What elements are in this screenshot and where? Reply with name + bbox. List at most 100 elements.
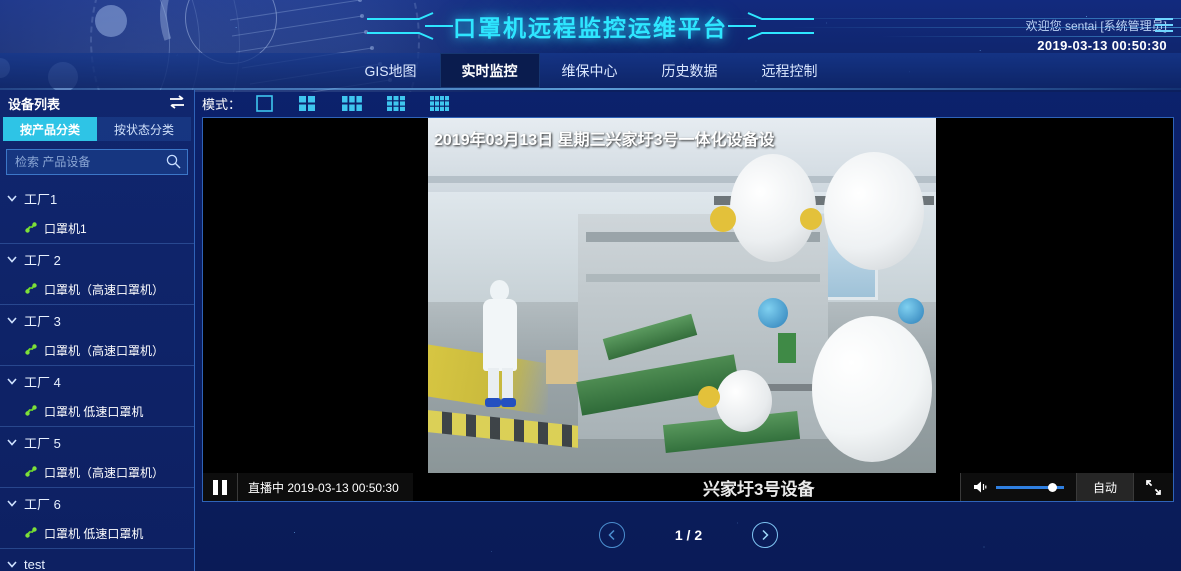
link-icon (25, 527, 37, 538)
tree-node-factory-2[interactable]: 工厂 2 (0, 244, 194, 274)
tree-leaf-label: 口罩机 低速口罩机 (44, 526, 144, 541)
chevron-down-icon[interactable] (6, 558, 18, 570)
chevron-down-icon[interactable] (6, 314, 18, 326)
tab-remote-control[interactable]: 远程控制 (740, 53, 840, 88)
link-icon (25, 222, 37, 233)
sort-transfer-icon[interactable] (168, 94, 186, 110)
tree-node-label: 工厂 5 (24, 435, 61, 451)
tree-node-factory-4[interactable]: 工厂 4 (0, 366, 194, 396)
tree-node-factory-5[interactable]: 工厂 5 (0, 427, 194, 457)
sidebar-tabs: 按产品分类 按状态分类 (3, 117, 191, 141)
layout-2x2-button[interactable] (297, 94, 319, 113)
layout-1x1-button[interactable] (253, 94, 275, 113)
app-title-bar: 口罩机远程监控运维平台 (0, 4, 1181, 48)
device-tree: 工厂1 口罩机1 工厂 2 口罩机（高速口罩机） 工厂 3 口罩机（高速口罩机）… (0, 183, 194, 571)
title-right-ornament (728, 12, 814, 40)
sidebar-tab-by-status[interactable]: 按状态分类 (97, 117, 191, 141)
app-root: 口罩机远程监控运维平台 欢迎您 sentai [系统管理员] 2019-03-1… (0, 0, 1181, 571)
tree-node-label: 工厂 4 (24, 374, 61, 390)
device-list-sidebar: 设备列表 按产品分类 按状态分类 检索 产品设备 工厂1 口罩机1 工厂 2 口… (0, 90, 195, 571)
volume-icon[interactable] (973, 480, 989, 494)
tree-node-label: 工厂1 (24, 191, 58, 207)
tree-node-test[interactable]: test (0, 549, 194, 571)
welcome-text: 欢迎您 sentai [系统管理员] (1025, 19, 1167, 33)
video-controls-right: 自动 (959, 473, 1173, 501)
tree-leaf-label: 口罩机 低速口罩机 (44, 404, 144, 419)
tree-node-factory-6[interactable]: 工厂 6 (0, 488, 194, 518)
sidebar-header: 设备列表 (0, 90, 194, 116)
user-info: 欢迎您 sentai [系统管理员] 2019-03-13 00:50:30 (1026, 17, 1167, 56)
tree-node-label: test (24, 556, 45, 571)
tree-leaf-label: 口罩机（高速口罩机） (44, 465, 165, 480)
tree-leaf-device[interactable]: 口罩机（高速口罩机） (0, 274, 194, 304)
link-icon (25, 405, 37, 416)
page-title: 口罩机远程监控运维平台 (453, 15, 728, 41)
fullscreen-icon[interactable] (1133, 473, 1173, 501)
tree-leaf-label: 口罩机（高速口罩机） (44, 282, 165, 297)
pause-icon[interactable] (203, 473, 237, 501)
sidebar-tab-by-product[interactable]: 按产品分类 (3, 117, 97, 141)
search-input[interactable] (6, 149, 188, 175)
tree-leaf-device[interactable]: 口罩机（高速口罩机） (0, 335, 194, 365)
video-overlay-timestamp: 2019年03月13日 星期三兴家圩3号一体化设备设 (434, 132, 775, 149)
page-indicator: 1 / 2 (674, 527, 703, 543)
volume-control[interactable] (959, 473, 1076, 501)
tree-node-label: 工厂 6 (24, 496, 61, 512)
tab-gis-map[interactable]: GIS地图 (342, 53, 440, 88)
chevron-down-icon[interactable] (6, 375, 18, 387)
video-player[interactable]: 2019年03月13日 星期三兴家圩3号一体化设备设 兴家圩3号设备 直播中 2… (202, 117, 1174, 502)
tab-history-data[interactable]: 历史数据 (640, 53, 740, 88)
page-navigation: 1 / 2 (196, 510, 1181, 560)
layout-mode-bar: 模式： (196, 90, 1181, 116)
volume-slider[interactable] (995, 480, 1064, 494)
prev-page-button[interactable] (598, 522, 625, 548)
tree-leaf-device[interactable]: 口罩机 低速口罩机 (0, 396, 194, 426)
layout-3x2-button[interactable] (341, 94, 363, 113)
tree-leaf-device[interactable]: 口罩机 低速口罩机 (0, 518, 194, 548)
auto-quality-button[interactable]: 自动 (1075, 473, 1133, 501)
next-page-button[interactable] (752, 522, 779, 548)
chevron-right-icon (762, 529, 769, 541)
tree-node-label: 工厂 3 (24, 313, 61, 329)
layout-4x3-button[interactable] (429, 94, 451, 113)
main-nav: GIS地图 实时监控 维保中心 历史数据 远程控制 (0, 53, 1181, 88)
content-area: 设备列表 按产品分类 按状态分类 检索 产品设备 工厂1 口罩机1 工厂 2 口… (0, 90, 1181, 571)
tree-node-factory-1[interactable]: 工厂1 (0, 183, 194, 213)
chevron-down-icon[interactable] (6, 436, 18, 448)
tree-group: 工厂 2 口罩机（高速口罩机） (0, 244, 194, 305)
tab-realtime-monitor[interactable]: 实时监控 (439, 53, 540, 88)
tree-leaf-label: 口罩机1 (44, 221, 87, 236)
link-icon (25, 344, 37, 355)
tab-maintenance-center[interactable]: 维保中心 (540, 53, 640, 88)
sidebar-title: 设备列表 (8, 96, 61, 112)
link-icon (25, 283, 37, 294)
chevron-down-icon[interactable] (6, 192, 18, 204)
title-left-ornament (367, 12, 453, 40)
link-icon (25, 466, 37, 477)
video-stream-image (428, 118, 936, 473)
hamburger-menu-icon[interactable] (1155, 18, 1173, 32)
tree-leaf-device[interactable]: 口罩机（高速口罩机） (0, 457, 194, 487)
volume-knob[interactable] (1047, 483, 1057, 492)
tree-group: 工厂 5 口罩机（高速口罩机） (0, 427, 194, 488)
chevron-down-icon[interactable] (6, 497, 18, 509)
video-controls: 直播中 2019-03-13 00:50:30 自动 (203, 473, 1173, 501)
tree-group: test (0, 549, 194, 571)
tree-group: 工厂1 口罩机1 (0, 183, 194, 244)
tree-leaf-label: 口罩机（高速口罩机） (44, 343, 165, 358)
video-frame: 2019年03月13日 星期三兴家圩3号一体化设备设 兴家圩3号设备 直播中 2… (203, 118, 1173, 501)
monitor-main: 模式： 2019年03月13日 星期三兴家圩3号一体化设备设 兴家圩3号设备 直… (196, 90, 1181, 571)
layout-3x3-button[interactable] (385, 94, 407, 113)
tree-group: 工厂 6 口罩机 低速口罩机 (0, 488, 194, 549)
search-icon[interactable] (166, 154, 181, 169)
tree-node-factory-3[interactable]: 工厂 3 (0, 305, 194, 335)
video-controls-left: 直播中 2019-03-13 00:50:30 (203, 473, 413, 501)
tree-group: 工厂 4 口罩机 低速口罩机 (0, 366, 194, 427)
sidebar-search (6, 149, 188, 175)
mode-label: 模式： (202, 96, 242, 112)
chevron-left-icon (608, 529, 615, 541)
tree-node-label: 工厂 2 (24, 252, 61, 268)
live-status-text: 直播中 2019-03-13 00:50:30 (237, 473, 413, 501)
chevron-down-icon[interactable] (6, 253, 18, 265)
tree-leaf-device[interactable]: 口罩机1 (0, 213, 194, 243)
